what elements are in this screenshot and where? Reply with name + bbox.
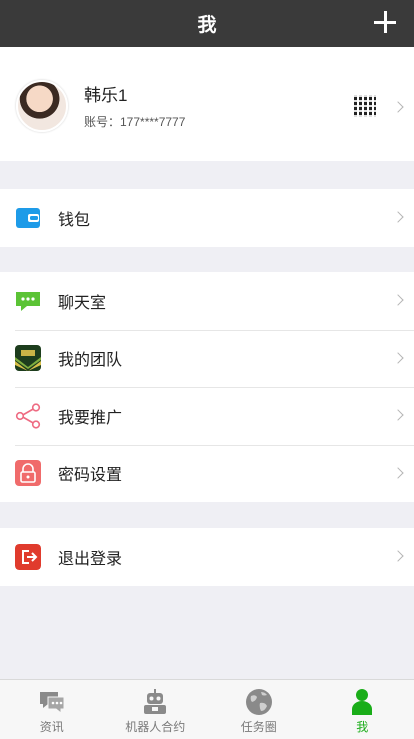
menu-item-my-team[interactable]: 我的团队: [0, 329, 414, 388]
menu-item-label: 我要推广: [58, 409, 123, 427]
menu-item-label: 钱包: [58, 211, 91, 229]
chevron-right-icon: [392, 294, 404, 306]
robot-icon: [144, 689, 167, 714]
logout-icon: [15, 543, 41, 570]
avatar[interactable]: [16, 80, 68, 132]
profile-account: 账号：177****7777: [84, 115, 186, 129]
tab-robot-contract[interactable]: 机器人合约: [104, 680, 208, 739]
menu-item-chatroom[interactable]: 聊天室: [0, 272, 414, 330]
bottom-tab-bar: 资讯 机器人合约 任务圈 我: [0, 679, 414, 739]
tab-label: 资讯: [39, 720, 64, 734]
menu-group-wallet: 钱包: [0, 189, 414, 247]
tab-task-circle[interactable]: 任务圈: [207, 680, 311, 739]
tab-label: 机器人合约: [125, 720, 186, 734]
tab-news[interactable]: 资讯: [0, 680, 104, 739]
menu-item-label: 密码设置: [58, 467, 123, 485]
page-title: 我: [197, 15, 217, 36]
chevron-right-icon: [392, 466, 404, 479]
chevron-right-icon: [392, 409, 404, 421]
menu-item-logout[interactable]: 退出登录: [0, 528, 414, 586]
menu-item-promote[interactable]: 我要推广: [0, 387, 414, 445]
profile-name: 韩乐1: [84, 86, 128, 105]
share-icon: [15, 403, 41, 429]
tab-label: 任务圈: [240, 720, 277, 734]
chevron-right-icon: [392, 211, 404, 223]
tab-me[interactable]: 我: [311, 680, 414, 739]
menu-item-wallet[interactable]: 钱包: [0, 189, 414, 247]
menu-item-password[interactable]: 密码设置: [0, 444, 414, 503]
chevron-right-icon: [392, 101, 404, 113]
team-icon: [15, 345, 41, 372]
chevron-right-icon: [392, 550, 404, 562]
plus-icon[interactable]: [374, 11, 396, 33]
menu-item-label: 我的团队: [58, 352, 123, 370]
news-chat-icon: [39, 692, 65, 715]
lock-icon: [15, 460, 41, 487]
chat-icon: [16, 291, 40, 311]
user-icon: [352, 689, 373, 715]
tab-label: 我: [356, 720, 369, 734]
chevron-right-icon: [392, 351, 404, 364]
profile-card[interactable]: 韩乐1 账号：177****7777: [0, 47, 414, 161]
menu-item-label: 聊天室: [58, 294, 107, 312]
globe-icon: [245, 689, 272, 715]
menu-group-logout: 退出登录: [0, 528, 414, 586]
menu-item-label: 退出登录: [58, 550, 123, 568]
qr-code-icon[interactable]: [354, 95, 376, 117]
top-bar: 我: [0, 0, 414, 47]
wallet-icon: [16, 207, 40, 228]
menu-group-main: 聊天室 我的团队 我要推广 密码设置: [0, 272, 414, 502]
